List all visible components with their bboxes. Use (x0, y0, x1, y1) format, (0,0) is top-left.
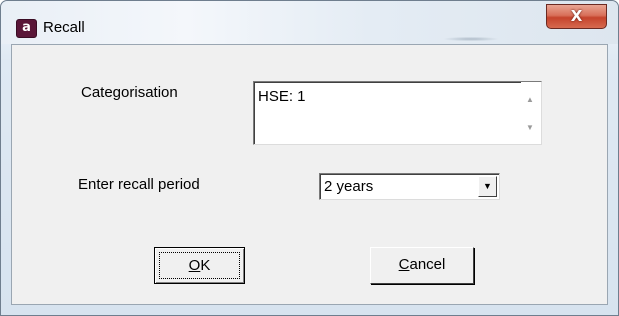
scroll-down-arrow-icon[interactable]: ▼ (526, 123, 534, 132)
title-bar[interactable]: a Recall X (1, 1, 618, 44)
recall-period-value: 2 years (324, 178, 374, 195)
app-logo-icon[interactable]: a (16, 19, 37, 38)
cancel-button[interactable]: Cancel (370, 247, 474, 284)
categorisation-label: Categorisation (81, 84, 178, 101)
close-button[interactable]: X (546, 4, 607, 29)
window-title: Recall (43, 19, 85, 36)
cancel-label-rest: ancel (409, 256, 446, 273)
chevron-down-icon: ▼ (483, 181, 492, 191)
ok-focus-rect: OK (159, 252, 240, 279)
categorisation-value: HSE: 1 (258, 88, 306, 105)
vertical-scrollbar[interactable]: ▲ ▼ (521, 82, 541, 144)
dialog-body: Categorisation HSE: 1 ▲ ▼ Enter recall p… (11, 44, 608, 305)
cancel-mnemonic: C (398, 256, 410, 273)
ok-button[interactable]: OK (154, 247, 245, 284)
recall-period-label: Enter recall period (78, 176, 200, 193)
recall-dialog: a Recall X Categorisation HSE: 1 ▲ ▼ Ent… (0, 0, 619, 316)
close-icon: X (570, 7, 583, 25)
scroll-up-arrow-icon[interactable]: ▲ (526, 95, 534, 104)
ok-label-rest: K (200, 257, 211, 274)
categorisation-textarea[interactable]: HSE: 1 ▲ ▼ (253, 81, 542, 145)
dropdown-button[interactable]: ▼ (478, 176, 497, 197)
ok-mnemonic: O (188, 257, 201, 274)
recall-period-select[interactable]: 2 years ▼ (319, 173, 500, 200)
